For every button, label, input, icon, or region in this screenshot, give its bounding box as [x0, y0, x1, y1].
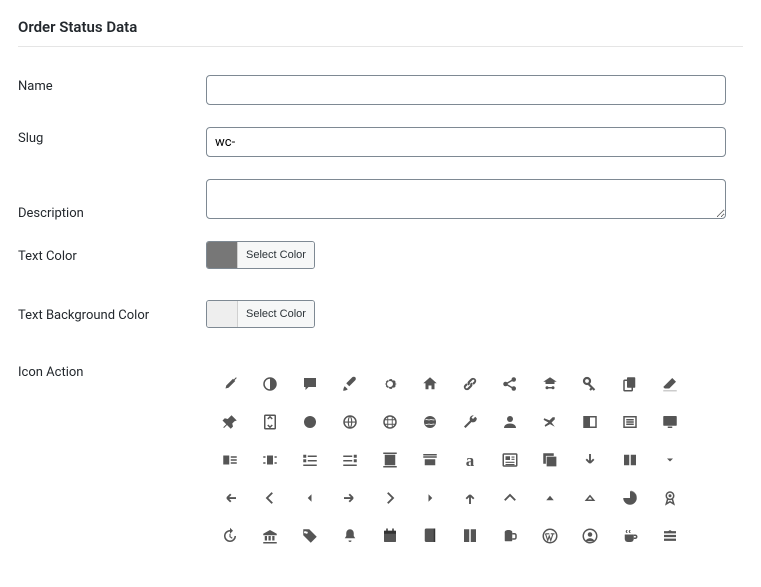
bell-icon[interactable]: [332, 519, 368, 547]
text-color-picker[interactable]: Select Color: [206, 241, 315, 269]
slug-input[interactable]: [206, 127, 726, 157]
comment-icon[interactable]: [292, 367, 328, 401]
amazon-a-icon[interactable]: a: [452, 443, 488, 477]
wrench-icon[interactable]: [452, 405, 488, 439]
calendar-solid-icon[interactable]: [372, 519, 408, 547]
monitor-icon[interactable]: [652, 405, 688, 439]
icon-action-label: Icon Action: [18, 361, 206, 380]
text-bg-color-select-button[interactable]: Select Color: [237, 301, 314, 327]
arrow-down-icon[interactable]: [572, 443, 608, 477]
link-chain-icon[interactable]: [452, 367, 488, 401]
panel-lines-icon[interactable]: [612, 405, 648, 439]
arrow-up-icon[interactable]: [452, 481, 488, 515]
description-input[interactable]: [206, 179, 726, 219]
align-full-box-icon[interactable]: [372, 443, 408, 477]
slug-label: Slug: [18, 127, 206, 146]
icon-action-scroll[interactable]: a: [206, 361, 730, 547]
history-clock-icon[interactable]: [212, 519, 248, 547]
gear-icon[interactable]: [372, 367, 408, 401]
caret-up-solid-icon[interactable]: [532, 481, 568, 515]
user-icon[interactable]: [492, 405, 528, 439]
text-color-label: Text Color: [18, 249, 206, 264]
section-title: Order Status Data: [18, 18, 743, 36]
globe-grid-icon[interactable]: [372, 405, 408, 439]
stack-lines-icon[interactable]: [652, 519, 688, 547]
text-color-select-button[interactable]: Select Color: [237, 242, 314, 268]
globe-outline-icon[interactable]: [332, 405, 368, 439]
beer-mug-icon[interactable]: [492, 519, 528, 547]
eraser-icon[interactable]: [652, 367, 688, 401]
elevator-icon[interactable]: [252, 405, 288, 439]
stack-squares-icon[interactable]: [532, 443, 568, 477]
caret-down-small-icon[interactable]: [652, 443, 688, 477]
chevron-left-icon[interactable]: [252, 481, 288, 515]
wordpress-icon[interactable]: [532, 519, 568, 547]
text-bg-color-label: Text Background Color: [18, 308, 206, 323]
list-bars-left-icon[interactable]: [292, 443, 328, 477]
caret-up-outline-icon[interactable]: [572, 481, 608, 515]
align-center-box-icon[interactable]: [252, 443, 288, 477]
coffee-cup-icon[interactable]: [612, 519, 648, 547]
caret-left-icon[interactable]: [292, 481, 328, 515]
name-input[interactable]: [206, 75, 726, 105]
book-double-icon[interactable]: [452, 519, 488, 547]
eyedropper-icon[interactable]: [212, 367, 248, 401]
book-solid-icon[interactable]: [412, 519, 448, 547]
copy-icon[interactable]: [612, 367, 648, 401]
name-label: Name: [18, 75, 206, 94]
share-roof-icon[interactable]: [532, 367, 568, 401]
columns-two-icon[interactable]: [612, 443, 648, 477]
award-ribbon-icon[interactable]: [652, 481, 688, 515]
section-divider: [18, 46, 743, 47]
arrow-left-icon[interactable]: [212, 481, 248, 515]
text-color-swatch: [207, 242, 237, 268]
thumbtack-icon[interactable]: [212, 405, 248, 439]
plane-icon[interactable]: [532, 405, 568, 439]
circle-icon[interactable]: [292, 405, 328, 439]
bank-columns-icon[interactable]: [252, 519, 288, 547]
tag-icon[interactable]: [292, 519, 328, 547]
chevron-right-icon[interactable]: [372, 481, 408, 515]
key-icon[interactable]: [572, 367, 608, 401]
home-icon[interactable]: [412, 367, 448, 401]
list-bars-right-icon[interactable]: [332, 443, 368, 477]
newspaper-icon[interactable]: [492, 443, 528, 477]
chevron-up-icon[interactable]: [492, 481, 528, 515]
text-bg-color-picker[interactable]: Select Color: [206, 300, 315, 328]
arrow-right-icon[interactable]: [332, 481, 368, 515]
half-panel-icon[interactable]: [572, 405, 608, 439]
share-nodes-icon[interactable]: [492, 367, 528, 401]
pie-chart-icon[interactable]: [612, 481, 648, 515]
align-left-box-icon[interactable]: [212, 443, 248, 477]
user-circle-icon[interactable]: [572, 519, 608, 547]
caret-right-icon[interactable]: [412, 481, 448, 515]
contrast-circle-icon[interactable]: [252, 367, 288, 401]
icon-action-grid: a: [210, 365, 730, 547]
globe-solid-icon[interactable]: [412, 405, 448, 439]
paintbrush-icon[interactable]: [332, 367, 368, 401]
description-label: Description: [18, 202, 206, 223]
text-bg-color-swatch: [207, 301, 237, 327]
align-bottom-box-icon[interactable]: [412, 443, 448, 477]
